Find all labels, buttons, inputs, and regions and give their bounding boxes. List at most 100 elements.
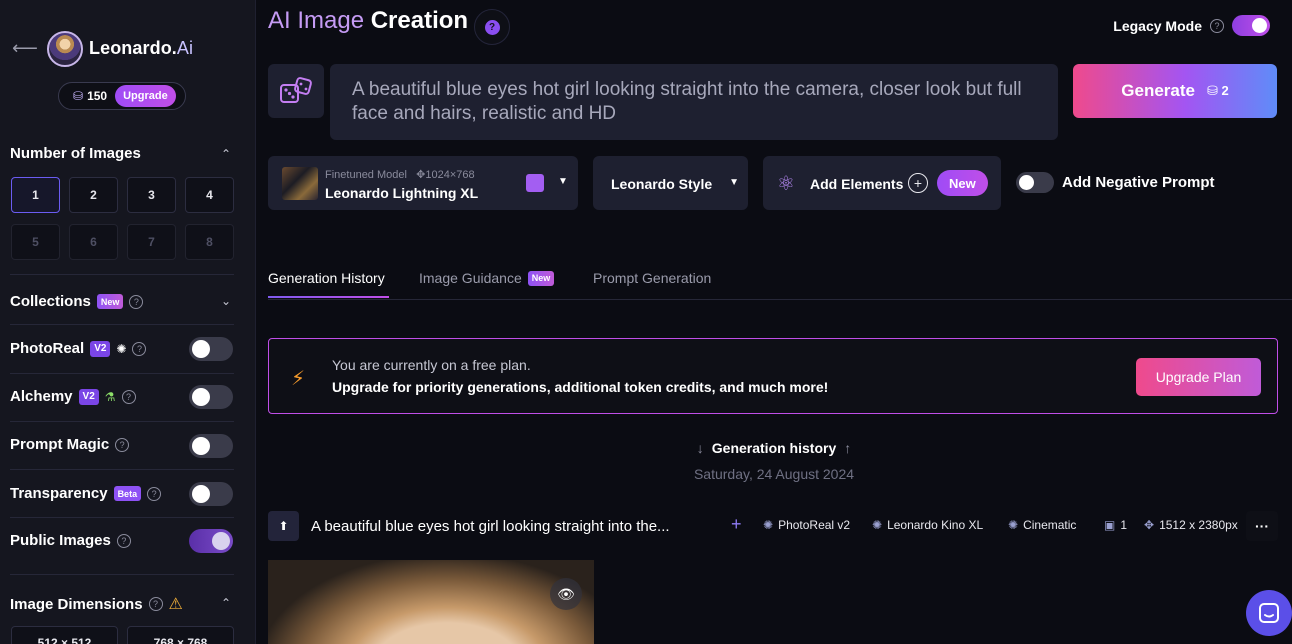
dimension-option[interactable]: 768 × 768	[127, 626, 234, 644]
meta-label: 1	[1120, 518, 1128, 532]
eye-icon[interactable]: 👁	[550, 578, 582, 610]
potion-icon: ⚗	[104, 389, 116, 404]
number-of-images-grid: 1 2 3 4 5 6 7 8	[11, 177, 235, 260]
logo-suffix: Ai	[176, 38, 194, 58]
meta-image-count: ▣ 1	[1104, 518, 1127, 532]
number-of-images-title[interactable]: Number of Images	[10, 145, 141, 162]
prompt-magic-toggle[interactable]	[189, 434, 233, 458]
sidebar: ⟵ Leonardo.Ai ⛁ 150 Upgrade Number of Im…	[0, 0, 256, 644]
dimension-option[interactable]: 512 × 512	[11, 626, 118, 644]
new-badge: New	[937, 170, 988, 196]
meta-dimensions: ✥ 1512 x 2380px	[1144, 518, 1238, 532]
help-icon[interactable]: ?	[121, 389, 136, 404]
public-images-toggle[interactable]	[189, 529, 233, 553]
meta-label: PhotoReal v2	[778, 518, 851, 532]
upgrade-button[interactable]: Upgrade	[115, 85, 176, 107]
tab-label: Generation History	[268, 270, 385, 286]
num-images-option[interactable]: 4	[185, 177, 234, 213]
history-title: Generation history	[711, 440, 837, 456]
style-label: Leonardo Style	[611, 176, 713, 192]
collections-label: Collections	[10, 293, 91, 310]
model-settings-icon[interactable]	[526, 174, 544, 192]
chevron-down-icon: ▼	[729, 177, 739, 188]
help-icon[interactable]: ?	[132, 341, 147, 356]
help-icon[interactable]: ?	[115, 437, 130, 452]
divider	[10, 373, 234, 374]
help-icon[interactable]: ?	[148, 597, 163, 611]
generation-history-heading: ↓ Generation history ↑	[256, 440, 1292, 456]
generate-cost: ⛁ 2	[1206, 83, 1229, 98]
model-name: Leonardo Lightning XL	[325, 185, 479, 201]
help-icon[interactable]: ?	[129, 294, 144, 309]
token-icon: ⛁	[73, 89, 84, 103]
num-images-option[interactable]: 7	[127, 224, 176, 260]
more-options-icon[interactable]: ···	[1246, 511, 1278, 541]
tab-image-guidance[interactable]: Image Guidance New	[419, 270, 555, 286]
generate-button[interactable]: Generate ⛁ 2	[1073, 64, 1277, 118]
chevron-up-icon[interactable]: ⌃	[221, 147, 231, 161]
image-dimensions-title[interactable]: Image Dimensions ? ⚠	[10, 594, 183, 614]
chevron-down-icon[interactable]: ▼	[558, 176, 568, 187]
alchemy-toggle[interactable]	[189, 385, 233, 409]
collections-title[interactable]: Collections New ?	[10, 293, 144, 310]
add-elements-button[interactable]: ⚛ Add Elements + New	[763, 156, 1001, 210]
chat-support-button[interactable]	[1246, 590, 1292, 636]
logo-avatar	[47, 31, 83, 67]
toggle-knob	[1019, 175, 1034, 190]
num-images-option[interactable]: 6	[69, 224, 118, 260]
style-selector[interactable]: Leonardo Style ▼	[593, 156, 748, 210]
prompt-input[interactable]: A beautiful blue eyes hot girl looking s…	[330, 64, 1058, 140]
generate-cost-value: 2	[1221, 83, 1229, 98]
chevron-down-icon[interactable]: ⌄	[221, 294, 231, 308]
tab-prompt-generation[interactable]: Prompt Generation	[593, 270, 711, 286]
token-balance[interactable]: ⛁ 150 Upgrade	[58, 82, 186, 110]
divider	[10, 274, 234, 275]
num-images-option[interactable]: 8	[185, 224, 234, 260]
help-icon[interactable]: ?	[147, 486, 162, 501]
meta-style: ✺ Cinematic	[1008, 518, 1076, 532]
num-images-option[interactable]: 3	[127, 177, 176, 213]
photoreal-toggle[interactable]	[189, 337, 233, 361]
logo-text[interactable]: Leonardo.Ai	[89, 38, 193, 59]
tab-label: Prompt Generation	[593, 270, 712, 286]
help-icon[interactable]: ?	[1210, 18, 1224, 33]
num-images-option[interactable]: 5	[11, 224, 60, 260]
add-elements-label: Add Elements	[810, 176, 904, 192]
arrow-up-icon: ↑	[844, 440, 852, 456]
sidebar-header: ⟵ Leonardo.Ai ⛁ 150 Upgrade	[0, 0, 255, 126]
page-title-part1: AI Image	[268, 7, 365, 34]
photoreal-label: PhotoReal	[10, 340, 85, 357]
transparency-toggle[interactable]	[189, 482, 233, 506]
legacy-mode: Legacy Mode ?	[1113, 15, 1270, 36]
negative-prompt: Add Negative Prompt	[1016, 172, 1215, 193]
title-help-button[interactable]: ?	[474, 9, 510, 45]
plan-banner-line2: Upgrade for priority generations, additi…	[332, 379, 829, 395]
transparency-label: Transparency	[10, 485, 108, 502]
tab-label: Image Guidance	[419, 270, 522, 286]
num-images-option[interactable]: 2	[69, 177, 118, 213]
tab-generation-history[interactable]: Generation History	[268, 270, 385, 286]
alchemy-title: Alchemy V2 ⚗ ?	[10, 388, 136, 405]
generation-prompt[interactable]: A beautiful blue eyes hot girl looking s…	[311, 518, 670, 535]
reuse-prompt-button[interactable]: ⬆	[268, 511, 299, 541]
model-subtitle: Finetuned Model ✥1024×768	[325, 169, 475, 181]
number-of-images-label: Number of Images	[10, 145, 141, 162]
collapse-sidebar-icon[interactable]: ⟵	[12, 38, 38, 58]
divider	[10, 324, 234, 325]
history-date: Saturday, 24 August 2024	[693, 466, 855, 482]
negative-prompt-toggle[interactable]	[1016, 172, 1054, 193]
toggle-knob	[1252, 18, 1267, 33]
num-images-option[interactable]: 1	[11, 177, 60, 213]
v2-badge: V2	[78, 388, 99, 405]
add-icon[interactable]: +	[731, 514, 742, 535]
meta-label: 1512 x 2380px	[1159, 518, 1238, 532]
negative-prompt-label: Add Negative Prompt	[1062, 174, 1215, 191]
generated-image[interactable]: 👁	[268, 560, 594, 644]
legacy-mode-toggle[interactable]	[1232, 15, 1270, 36]
upgrade-plan-button[interactable]: Upgrade Plan	[1136, 358, 1261, 396]
random-prompt-button[interactable]	[268, 64, 324, 118]
prompt-magic-label: Prompt Magic	[10, 436, 110, 453]
help-icon[interactable]: ?	[116, 533, 131, 548]
chevron-up-icon[interactable]: ⌃	[221, 596, 231, 610]
model-selector[interactable]: Finetuned Model ✥1024×768 Leonardo Light…	[268, 156, 578, 210]
